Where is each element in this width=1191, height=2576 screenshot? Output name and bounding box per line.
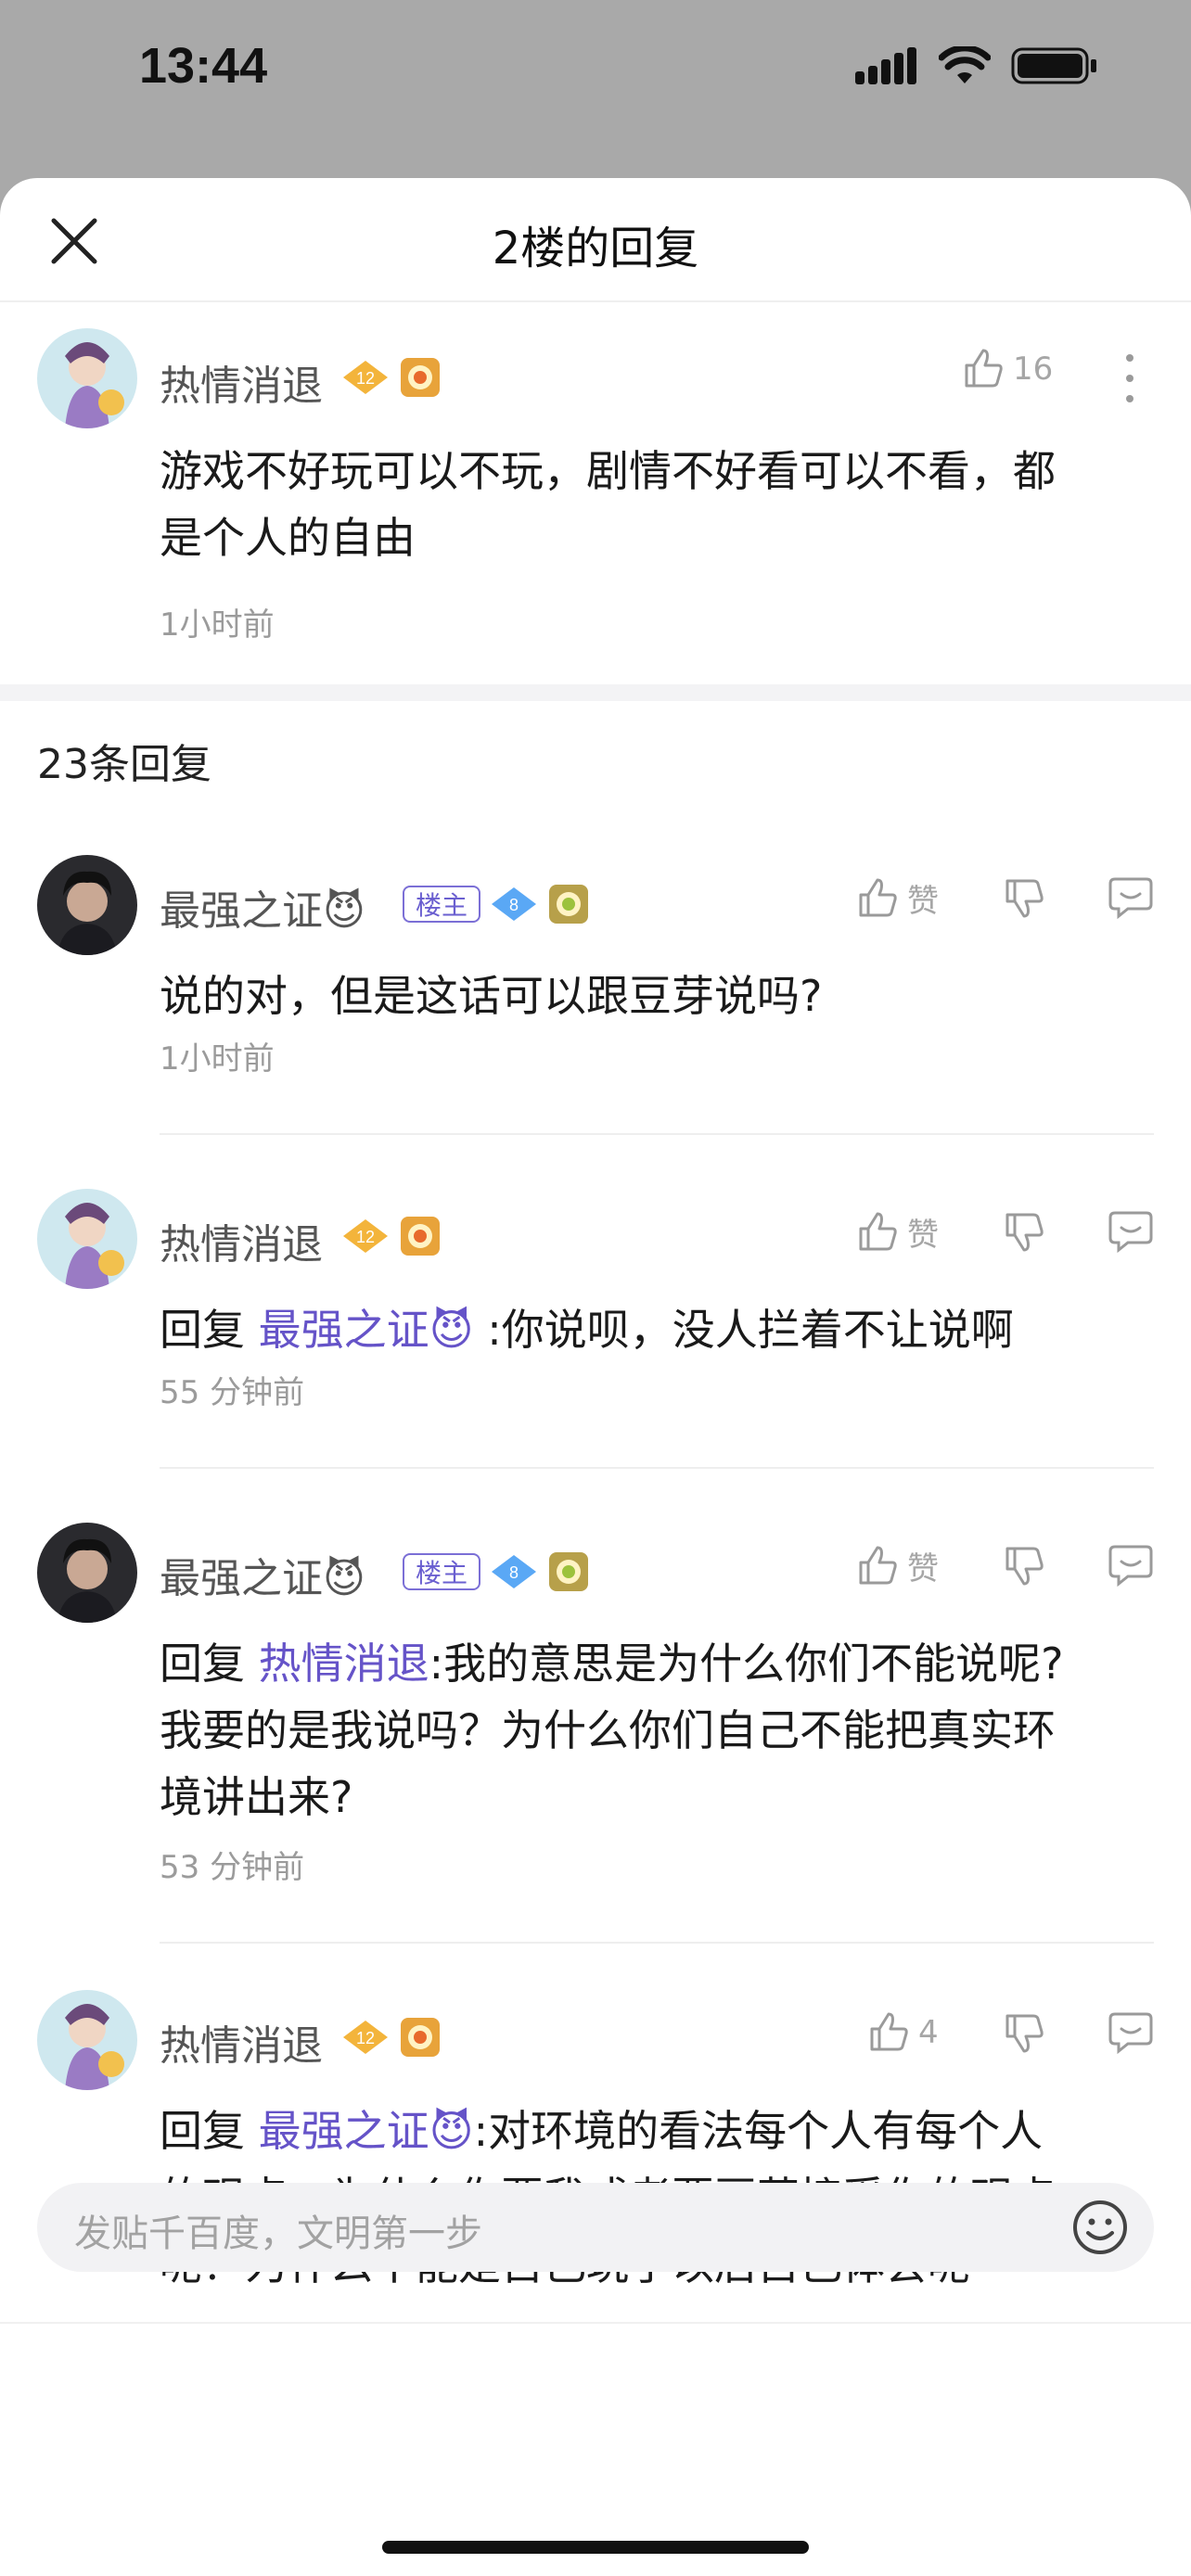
like-button[interactable]: 赞 [855,1543,939,1588]
reply-text: 说的对，但是这话可以跟豆芽说吗? [160,971,823,1021]
user-badges: 12 [341,2016,442,2059]
avatar[interactable] [37,855,137,955]
like-count: 16 [1013,351,1054,388]
mention-link[interactable]: 最强之证😈 [259,1305,474,1355]
status-time: 13:44 [139,38,268,94]
avatar[interactable] [37,1990,137,2090]
username[interactable]: 热情消退 [160,352,323,412]
reply-text: 回复 热情消退:我的意思是为什么你们不能说呢? 我要的是我说吗？为什么你们自己不… [160,1630,1143,1830]
status-icons [855,46,1098,85]
level-badge-icon: 12 [343,2021,388,2054]
sheet-title: 2楼的回复 [492,223,699,274]
level-badge-icon: 12 [343,361,388,394]
divider [160,1467,1154,1469]
home-indicator [382,2541,809,2554]
level-badge-icon: 12 [343,1219,388,1253]
level-number: 12 [356,369,375,388]
thumbs-down-icon[interactable] [1002,2010,1046,2055]
reply-time: 1小时前 [160,1040,275,1078]
comment-text-line: 是个人的自由 [160,513,416,563]
level-badge-icon: 8 [492,1555,537,1588]
reply-body: :你说呗，没人拦着不让说啊 [487,1305,1014,1355]
reply-bubble-icon[interactable] [1108,2010,1154,2055]
section-divider [0,684,1191,701]
wifi-icon [939,46,991,83]
sheet-header: 2楼的回复 [0,178,1191,302]
thumbs-up-icon [859,1546,897,1584]
signal-icon [855,47,916,84]
like-button[interactable]: 4 [866,2010,939,2055]
divider [160,1133,1154,1135]
thumbs-up-icon [870,2012,908,2051]
comment-time: 1小时前 [160,606,275,644]
medal-icon [401,1217,440,1256]
reply-text-line: 境讲出来? [160,1772,353,1822]
status-bar: 13:44 [0,0,1191,148]
thumbs-up-icon [859,1212,897,1250]
avatar[interactable] [37,328,137,428]
user-badges: 楼主 8 [403,1550,590,1593]
username[interactable]: 热情消退 [160,1211,323,1270]
reply-count: 23条回复 [37,741,211,788]
reply-time: 55 分钟前 [160,1374,305,1411]
like-button[interactable]: 赞 [855,1209,939,1255]
divider [160,1942,1154,1944]
main-like-button[interactable]: 16 [961,347,1053,391]
like-button[interactable]: 赞 [855,875,939,921]
user-badges: 楼主 8 [403,883,590,925]
username[interactable]: 最强之证😈 [160,1545,365,1604]
avatar[interactable] [37,1523,137,1623]
level-number: 12 [356,1228,375,1246]
medal-icon [401,2018,440,2057]
like-count: 4 [918,2014,939,2051]
reply-bubble-icon[interactable] [1108,875,1154,920]
reply-prefix: 回复 [160,1305,245,1355]
reply-body: :对环境的看法每个人有每个人 [473,2106,1044,2156]
mention-link[interactable]: 热情消退 [259,1639,429,1689]
user-badges: 12 [341,356,442,399]
level-number: 8 [509,896,519,914]
thumbs-up-icon [859,878,897,916]
comment-input[interactable]: 发贴千百度，文明第一步 [37,2183,1154,2272]
medal-icon [549,885,589,924]
username[interactable]: 最强之证😈 [160,877,365,937]
reply-text: 回复 最强之证😈 :你说呗，没人拦着不让说啊 [160,1296,1143,1363]
reply-body: :我的意思是为什么你们不能说呢? [429,1639,1064,1689]
medal-icon [549,1552,589,1591]
level-badge-icon: 8 [492,887,537,921]
reply-prefix: 回复 [160,1639,245,1689]
more-icon[interactable] [1119,351,1141,406]
reply-bubble-icon[interactable] [1108,1543,1154,1588]
reply-text-line: 我要的是我说吗？为什么你们自己不能把真实环 [160,1705,1056,1755]
like-label: 赞 [907,1217,939,1254]
host-tag: 楼主 [403,1553,481,1590]
bottom-bar [0,2322,1191,2576]
reply-prefix: 回复 [160,2106,245,2156]
host-tag: 楼主 [403,886,481,923]
thumbs-up-icon [965,349,1003,388]
level-number: 8 [509,1563,519,1582]
avatar[interactable] [37,1189,137,1289]
user-badges: 12 [341,1215,442,1257]
like-label: 赞 [907,883,939,920]
battery-icon [1011,47,1096,84]
reply-bubble-icon[interactable] [1108,1209,1154,1254]
username[interactable]: 热情消退 [160,2012,323,2072]
mention-link[interactable]: 最强之证😈 [259,2106,474,2156]
thumbs-down-icon[interactable] [1002,875,1046,920]
input-placeholder: 发贴千百度，文明第一步 [74,2213,482,2255]
level-number: 12 [356,2029,375,2047]
thumbs-down-icon[interactable] [1002,1543,1046,1588]
comment-text-line: 游戏不好玩可以不玩，剧情不好看可以不看，都 [160,446,1056,496]
like-label: 赞 [907,1550,939,1588]
comment-text: 游戏不好玩可以不玩，剧情不好看可以不看，都 是个人的自由 [160,438,1143,571]
reply-text-line: 回复 热情消退:我的意思是为什么你们不能说呢? [160,1630,1143,1697]
medal-icon [401,358,440,397]
reply-text-line: 回复 最强之证😈:对环境的看法每个人有每个人 [160,2098,1143,2164]
emoji-icon[interactable] [1070,2198,1130,2257]
reply-time: 53 分钟前 [160,1849,305,1886]
thumbs-down-icon[interactable] [1002,1209,1046,1254]
